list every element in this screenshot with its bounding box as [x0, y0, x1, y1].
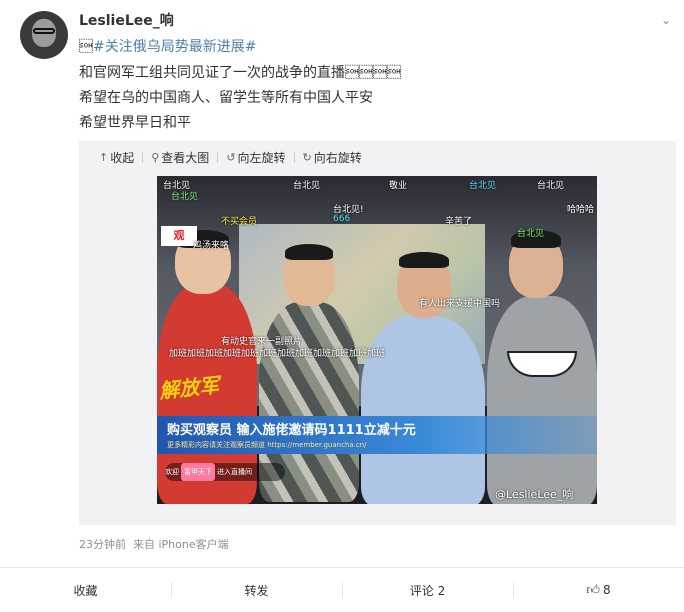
collapse-arrow-icon: ↑ — [99, 150, 109, 164]
like-button[interactable]: 👍︎ 8 — [513, 568, 684, 612]
thumbs-up-icon: 👍︎ — [586, 582, 600, 598]
promo-banner-title: 购买观察员 输入施佬邀请码1111立减十元 — [167, 423, 416, 438]
danmaku-comment: 台北见 — [171, 192, 199, 202]
comment-button[interactable]: 评论 2 — [342, 568, 513, 612]
danmaku-comment: 有动史官来一副照片 — [221, 337, 303, 347]
weibo-post-card: LeslieLee_响 ⌄ #关注俄乌局势最新进展# 和官网军工组共同见证了一… — [0, 0, 684, 611]
danmaku-comment: 台北见 — [293, 181, 321, 191]
post-time[interactable]: 23分钟前 — [79, 538, 126, 551]
toolbar-divider — [293, 151, 295, 163]
danmaku-comment: 哈哈哈 — [567, 205, 595, 215]
view-large-label: 查看大图 — [161, 150, 210, 165]
favorite-label: 收藏 — [73, 583, 98, 598]
post-hashtag-line: #关注俄乌局势最新进展# — [79, 36, 256, 56]
host-3-body — [361, 316, 485, 504]
chevron-down-icon[interactable]: ⌄ — [658, 12, 674, 28]
danmaku-comment: 有人出来支援中国吗 — [419, 299, 501, 309]
promo-banner: 购买观察员 输入施佬邀请码1111立减十元 更多精彩内容请关注观察员频道 htt… — [157, 416, 597, 454]
hashtag-prefix:  — [79, 39, 93, 55]
comment-label: 评论 2 — [409, 583, 446, 598]
image-watermark: @LeslieLee_响 — [495, 488, 574, 501]
magnifier-icon: ⚲ — [151, 150, 160, 164]
danmaku-comment: 不买会员 — [221, 217, 258, 227]
toolbar-divider — [142, 151, 144, 163]
favorite-button[interactable]: 收藏 — [0, 568, 171, 612]
avatar[interactable] — [20, 11, 68, 59]
view-large-button[interactable]: ⚲ 查看大图 — [151, 149, 209, 166]
post-meta: 23分钟前 来自 iPhone客户端 — [79, 536, 229, 552]
collapse-label: 收起 — [110, 150, 135, 165]
join-badge: 富甲天下 — [181, 463, 215, 481]
danmaku-comment: 666 — [333, 214, 351, 224]
danmaku-comment: 敬业 — [389, 181, 408, 191]
like-count: 8 — [602, 583, 611, 597]
action-bar: 收藏 转发 评论 2 👍︎ 8 — [0, 567, 684, 612]
post-text-line-2: 希望在乌的中国商人、留学生等所有中国人平安 — [79, 90, 373, 106]
channel-logo: 观 — [161, 226, 197, 246]
collapse-button[interactable]: ↑ 收起 — [99, 149, 134, 166]
post-source: 来自 iPhone客户端 — [133, 538, 229, 551]
viewer-join-notice: 欢迎 富甲天下 进入直播间 — [165, 463, 285, 481]
rotate-right-button[interactable]: ↻ 向右旋转 — [303, 149, 362, 166]
join-text: 欢迎 — [165, 468, 179, 476]
host-4-body — [487, 296, 597, 504]
rotate-left-label: 向左旋转 — [237, 150, 286, 165]
host-2-hair — [285, 244, 333, 260]
repost-button[interactable]: 转发 — [171, 568, 342, 612]
danmaku-comment: 台北见 — [537, 181, 565, 191]
host-3-hair — [399, 252, 449, 268]
video-screenshot-image[interactable]: 观 解放军 台北见 台北见 台北见 台北见! 敬业 台北见 666 不买会员 哈… — [157, 176, 597, 504]
danmaku-comment: 加班加班加班加班加班加班加班加班加班加班加班加班 — [169, 349, 386, 359]
rotate-right-icon: ↻ — [302, 150, 312, 164]
avatar-glasses — [33, 28, 55, 34]
danmaku-comment: 台北见 — [517, 229, 545, 239]
promo-banner-subtitle: 更多精彩内容请关注观察员频道 https://member.guancha.cn… — [167, 441, 367, 449]
danmaku-comment: 辛苦了 — [445, 217, 473, 227]
image-toolbar: ↑ 收起 ⚲ 查看大图 ↺ 向左旋转 ↻ 向右旋转 — [79, 141, 676, 173]
danmaku-comment: 台北见 — [469, 181, 497, 191]
repost-label: 转发 — [244, 583, 269, 598]
danmaku-comment: 鸡汤来咯 — [193, 241, 230, 251]
username-link[interactable]: LeslieLee_响 — [79, 10, 174, 30]
rotate-left-button[interactable]: ↺ 向左旋转 — [226, 149, 285, 166]
hashtag-link[interactable]: #关注俄乌局势最新进展# — [93, 39, 256, 55]
post-text-line-1: 和官网军工组共同见证了一次的战争的直播 — [79, 65, 401, 81]
toolbar-divider — [217, 151, 219, 163]
rotate-right-label: 向右旋转 — [313, 150, 362, 165]
post-text-line-3: 希望世界早日和平 — [79, 115, 191, 131]
rotate-left-icon: ↺ — [226, 150, 236, 164]
join-suffix: 进入直播间 — [217, 468, 252, 476]
